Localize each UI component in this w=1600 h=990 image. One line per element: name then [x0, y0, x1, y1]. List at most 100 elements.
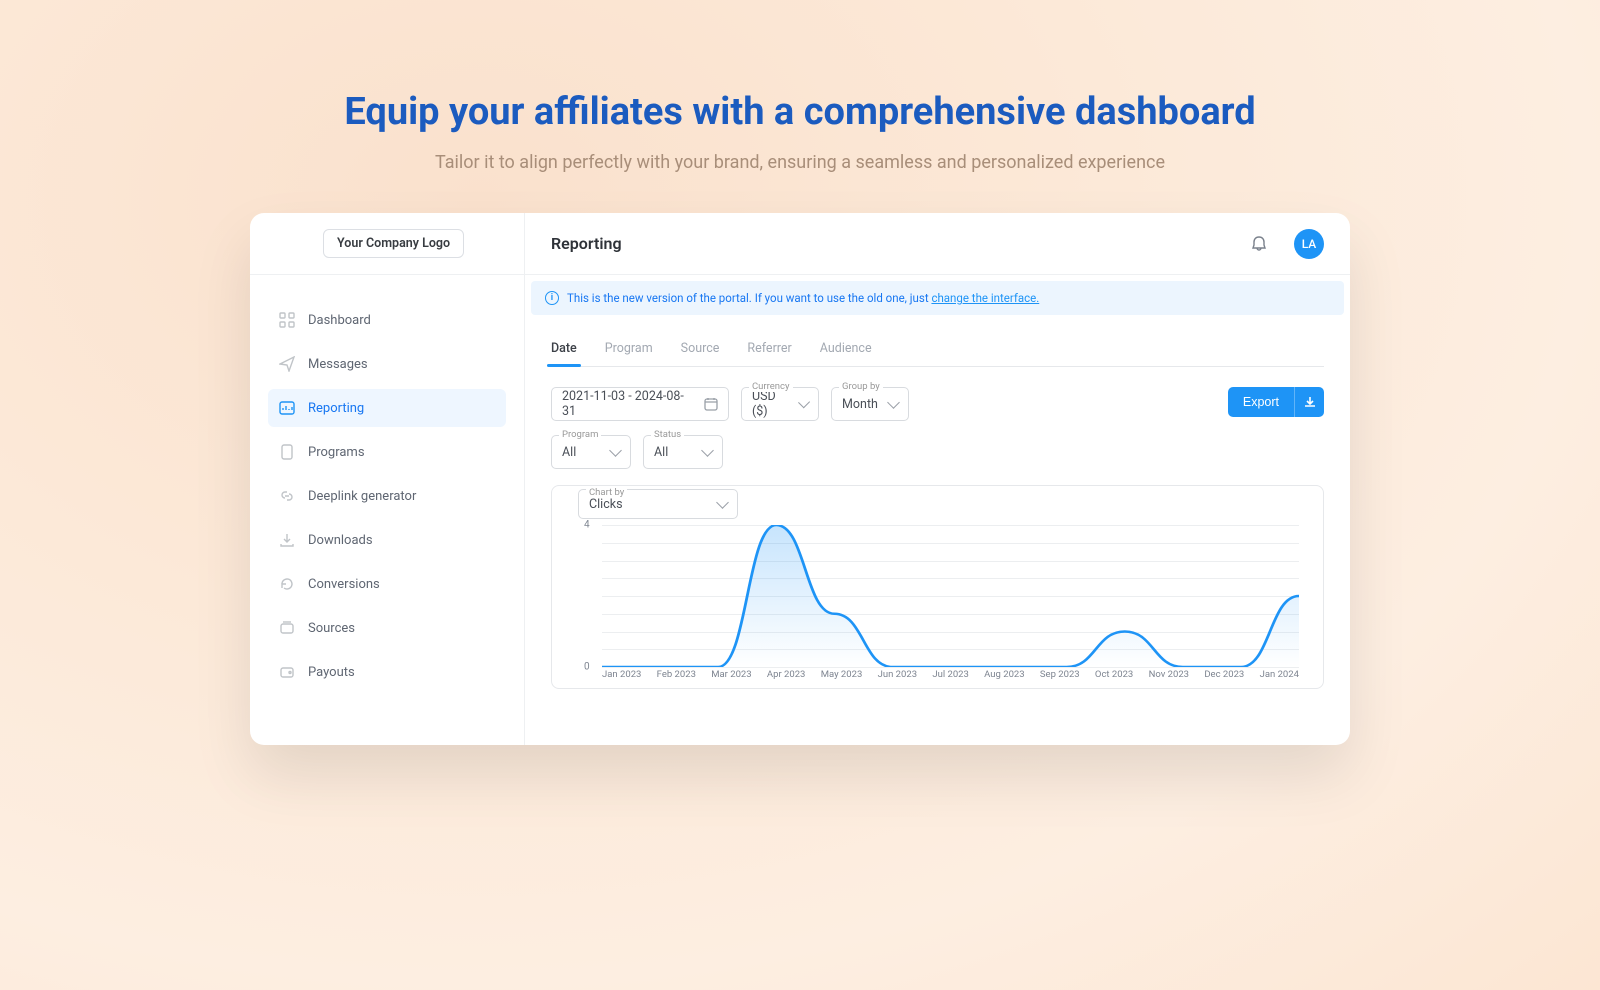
nav-downloads[interactable]: Downloads — [268, 521, 506, 559]
nav-programs[interactable]: Programs — [268, 433, 506, 471]
calendar-icon — [704, 397, 718, 411]
chevron-down-icon — [798, 396, 810, 408]
nav-label: Payouts — [308, 665, 355, 680]
chart-icon — [278, 399, 296, 417]
doc-icon — [278, 443, 296, 461]
status-label: Status — [651, 429, 684, 440]
currency-label: Currency — [749, 381, 793, 392]
groupby-value: Month — [842, 397, 878, 412]
xtick: Feb 2023 — [657, 669, 696, 680]
nav-payouts[interactable]: Payouts — [268, 653, 506, 691]
tab-date[interactable]: Date — [551, 333, 577, 366]
nav-deeplink[interactable]: Deeplink generator — [268, 477, 506, 515]
cards-icon — [278, 619, 296, 637]
bell-icon[interactable] — [1250, 235, 1268, 253]
groupby-select[interactable]: Month — [831, 387, 909, 421]
xtick: Jun 2023 — [878, 669, 917, 680]
nav-label: Downloads — [308, 533, 373, 548]
chevron-down-icon — [887, 396, 900, 409]
download-icon — [278, 531, 296, 549]
tab-source[interactable]: Source — [681, 333, 720, 366]
program-select[interactable]: All — [551, 435, 631, 469]
tab-audience[interactable]: Audience — [820, 333, 872, 366]
chart-line — [602, 525, 1299, 667]
chevron-down-icon — [609, 444, 622, 457]
chartby-label: Chart by — [586, 487, 627, 498]
xtick: Oct 2023 — [1095, 669, 1133, 680]
info-icon: i — [545, 291, 559, 305]
program-value: All — [562, 445, 576, 460]
xtick: Jan 2024 — [1260, 669, 1299, 680]
currency-value: USD ($) — [752, 389, 792, 419]
company-logo: Your Company Logo — [323, 229, 464, 258]
topbar: Reporting LA — [525, 213, 1350, 275]
status-select[interactable]: All — [643, 435, 723, 469]
chevron-down-icon — [716, 496, 729, 509]
xtick: Sep 2023 — [1040, 669, 1080, 680]
xtick: Nov 2023 — [1149, 669, 1189, 680]
currency-field: Currency USD ($) — [741, 387, 819, 421]
groupby-label: Group by — [839, 381, 883, 392]
currency-select[interactable]: USD ($) — [741, 387, 819, 421]
nav-label: Conversions — [308, 577, 380, 592]
program-label: Program — [559, 429, 601, 440]
nav-sources[interactable]: Sources — [268, 609, 506, 647]
banner-text: This is the new version of the portal. I… — [567, 291, 931, 305]
sidebar: Your Company Logo Dashboard Messages Rep… — [250, 213, 525, 745]
page-title: Reporting — [551, 234, 1250, 253]
export-button[interactable]: Export — [1228, 387, 1294, 417]
grid-icon — [278, 311, 296, 329]
tab-program[interactable]: Program — [605, 333, 653, 366]
hero-subtitle: Tailor it to align perfectly with your b… — [0, 152, 1600, 173]
program-field: Program All — [551, 435, 631, 469]
xtick: Aug 2023 — [984, 669, 1024, 680]
export-download-button[interactable] — [1294, 387, 1324, 417]
nav-label: Messages — [308, 357, 368, 372]
filters-row: 2021-11-03 - 2024-08-31 Currency USD ($)… — [551, 387, 1324, 421]
chartby-field: Chart by Clicks — [578, 489, 738, 519]
app-card: Your Company Logo Dashboard Messages Rep… — [250, 213, 1350, 745]
nav-label: Dashboard — [308, 313, 371, 328]
tab-referrer[interactable]: Referrer — [747, 333, 791, 366]
nav-label: Programs — [308, 445, 365, 460]
info-banner: i This is the new version of the portal.… — [531, 281, 1344, 315]
nav-reporting[interactable]: Reporting — [268, 389, 506, 427]
download-icon — [1303, 395, 1317, 409]
chart-panel: Chart by Clicks 4 0 — [551, 485, 1324, 689]
xtick: Dec 2023 — [1204, 669, 1244, 680]
nav-dashboard[interactable]: Dashboard — [268, 301, 506, 339]
nav-label: Deeplink generator — [308, 489, 416, 504]
xtick: Mar 2023 — [711, 669, 751, 680]
xtick: May 2023 — [821, 669, 863, 680]
status-value: All — [654, 445, 668, 460]
groupby-field: Group by Month — [831, 387, 909, 421]
avatar[interactable]: LA — [1294, 229, 1324, 259]
logo-wrap: Your Company Logo — [250, 213, 524, 275]
date-range-value: 2021-11-03 - 2024-08-31 — [562, 389, 696, 419]
filters-row-2: Program All Status All — [551, 435, 1324, 469]
paper-plane-icon — [278, 355, 296, 373]
nav-label: Sources — [308, 621, 355, 636]
chevron-down-icon — [701, 444, 714, 457]
hero-title: Equip your affiliates with a comprehensi… — [0, 90, 1600, 134]
date-range-picker[interactable]: 2021-11-03 - 2024-08-31 — [551, 387, 729, 421]
ytick: 4 — [584, 520, 590, 531]
xtick: Jul 2023 — [932, 669, 969, 680]
nav-label: Reporting — [308, 401, 364, 416]
refresh-icon — [278, 575, 296, 593]
xtick: Apr 2023 — [767, 669, 805, 680]
nav: Dashboard Messages Reporting Programs — [250, 275, 524, 697]
ytick: 0 — [584, 662, 590, 673]
chartby-value: Clicks — [589, 497, 623, 512]
xtick: Jan 2023 — [602, 669, 641, 680]
wallet-icon — [278, 663, 296, 681]
x-axis: Jan 2023 Feb 2023 Mar 2023 Apr 2023 May 2023… — [602, 669, 1299, 680]
nav-conversions[interactable]: Conversions — [268, 565, 506, 603]
main: Reporting LA i This is the new version o… — [525, 213, 1350, 745]
body: Date Program Source Referrer Audience 20… — [525, 315, 1350, 745]
nav-messages[interactable]: Messages — [268, 345, 506, 383]
banner-link[interactable]: change the interface. — [931, 291, 1039, 305]
status-field: Status All — [643, 435, 723, 469]
tabs: Date Program Source Referrer Audience — [551, 333, 1324, 367]
chart-area: 4 0 — [602, 525, 1299, 667]
